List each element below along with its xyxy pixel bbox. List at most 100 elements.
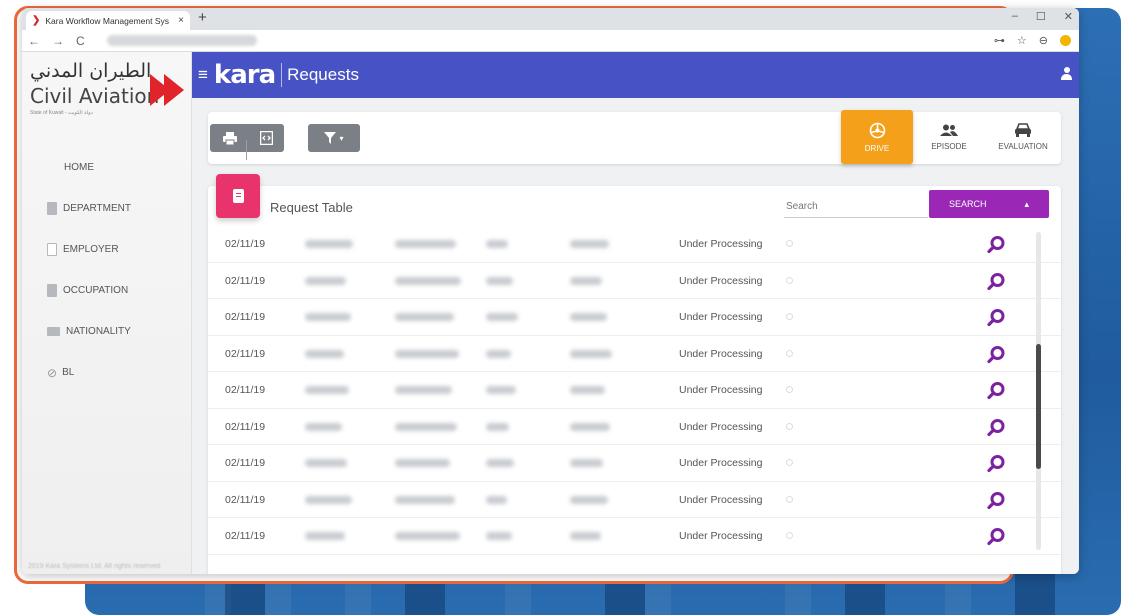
minimize-icon[interactable]: –: [1012, 10, 1018, 23]
tab-title: Kara Workflow Management Sys: [45, 15, 170, 26]
back-icon[interactable]: ←: [28, 34, 40, 48]
toolbar-separator: [246, 140, 247, 160]
redacted-cell: [570, 495, 608, 504]
row-date: 02/11/19: [225, 274, 266, 287]
view-details-search-icon[interactable]: [985, 417, 1007, 439]
view-details-search-icon[interactable]: [985, 344, 1007, 366]
row-status: Under Processing: [679, 384, 763, 396]
tab-episode[interactable]: EPISODE: [913, 110, 985, 164]
app: الطيران المدني Civil Aviation State of K…: [22, 52, 1079, 574]
row-date: 02/11/19: [225, 238, 266, 250]
redacted-cell: [486, 459, 514, 467]
view-details-search-icon[interactable]: [985, 526, 1007, 548]
view-details-search-icon[interactable]: [985, 453, 1007, 475]
search-input[interactable]: [784, 196, 928, 218]
building-icon: [47, 284, 57, 297]
row-status: Under Processing: [679, 238, 763, 250]
scrollbar-thumb[interactable]: [1036, 344, 1041, 469]
extension-icon[interactable]: [1060, 35, 1071, 46]
redacted-cell: [486, 386, 516, 394]
status-indicator-icon: [786, 532, 793, 539]
address-actions: ⊶ ☆ ⊖: [994, 34, 1071, 47]
block-icon: ⊘: [47, 365, 58, 380]
new-tab-button[interactable]: +: [198, 9, 207, 26]
sidebar-item-label: OCCUPATION: [63, 285, 129, 296]
tab-strip: ❯ Kara Workflow Management Sys × + – ☐ ✕: [22, 8, 1079, 30]
sidebar-item-home[interactable]: HOME: [22, 147, 191, 188]
view-details-search-icon[interactable]: [985, 234, 1007, 256]
maximize-icon[interactable]: ☐: [1036, 10, 1046, 23]
tab-label: EPISODE: [931, 141, 967, 151]
print-icon[interactable]: [223, 132, 237, 145]
redacted-cell: [305, 422, 342, 431]
logo-chevron-icon-2: [164, 74, 184, 106]
browser-tab[interactable]: ❯ Kara Workflow Management Sys ×: [26, 11, 190, 30]
row-status: Under Processing: [679, 420, 763, 433]
key-icon[interactable]: ⊶: [994, 34, 1005, 47]
kara-logo: kara: [213, 60, 276, 90]
redacted-cell: [305, 349, 344, 358]
row-date: 02/11/19: [225, 347, 266, 360]
row-date: 02/11/19: [225, 493, 266, 506]
redacted-cell: [486, 532, 512, 540]
tab-label: EVALUATION: [998, 142, 1048, 151]
car-icon: [1015, 123, 1031, 137]
star-icon[interactable]: ☆: [1017, 34, 1027, 47]
status-indicator-icon: [786, 495, 793, 503]
search-button-label: SEARCH: [949, 199, 987, 209]
menu-icon[interactable]: ≡: [198, 65, 208, 85]
table-row: 02/11/19 Under Processing: [208, 445, 1061, 482]
sidebar-item-nationality[interactable]: NATIONALITY: [22, 311, 191, 352]
header-divider: [281, 63, 283, 87]
redacted-cell: [305, 240, 353, 248]
status-indicator-icon: [786, 240, 793, 247]
redacted-cell: [395, 422, 457, 431]
sidebar-item-label: NATIONALITY: [66, 326, 131, 337]
row-status: Under Processing: [679, 457, 763, 469]
tab-close-icon[interactable]: ×: [178, 15, 184, 26]
filter-button[interactable]: ▾: [308, 124, 360, 152]
view-details-search-icon[interactable]: [985, 307, 1007, 329]
search-button[interactable]: SEARCH ▴: [929, 190, 1049, 218]
table-row: 02/11/19 Under Processing: [208, 299, 1061, 336]
redacted-cell: [395, 495, 455, 504]
status-indicator-icon: [786, 459, 793, 466]
scrollbar[interactable]: [1036, 232, 1041, 550]
sidebar-item-label: DEPARTMENT: [63, 203, 131, 214]
status-indicator-icon: [786, 313, 793, 320]
row-status: Under Processing: [679, 530, 763, 542]
view-details-search-icon[interactable]: [985, 271, 1007, 293]
flag-icon: [47, 327, 60, 336]
close-window-icon[interactable]: ✕: [1064, 10, 1073, 23]
user-icon[interactable]: [1061, 67, 1073, 81]
row-date: 02/11/19: [225, 457, 266, 469]
redacted-cell: [305, 386, 349, 394]
redacted-cell: [570, 240, 609, 248]
browser-window: ❯ Kara Workflow Management Sys × + – ☐ ✕…: [22, 8, 1079, 574]
sidebar-menu: HOME DEPARTMENT EMPLOYER OCCUPATION NATI…: [22, 147, 191, 393]
sidebar-item-occupation[interactable]: OCCUPATION: [22, 270, 191, 311]
redacted-cell: [486, 422, 509, 431]
redacted-cell: [570, 422, 610, 431]
redacted-cell: [395, 240, 456, 248]
tab-evaluation[interactable]: EVALUATION: [985, 110, 1061, 164]
profile-icon[interactable]: ⊖: [1039, 34, 1048, 47]
view-details-search-icon[interactable]: [985, 490, 1007, 512]
forward-icon[interactable]: →: [52, 34, 64, 48]
tab-drive[interactable]: DRIVE: [841, 110, 913, 164]
sidebar: الطيران المدني Civil Aviation State of K…: [22, 52, 192, 574]
sidebar-item-employer[interactable]: EMPLOYER: [22, 229, 191, 270]
sidebar-item-bl[interactable]: ⊘ BL: [22, 352, 191, 393]
redacted-cell: [486, 276, 513, 285]
reload-icon[interactable]: C: [76, 34, 85, 48]
table-row: 02/11/19 Under Processing: [208, 482, 1061, 518]
url-field-blurred[interactable]: [106, 35, 257, 46]
table-row: 02/11/19 Under Processing: [208, 226, 1061, 263]
redacted-cell: [570, 532, 601, 540]
view-details-search-icon[interactable]: [985, 380, 1007, 402]
code-file-icon[interactable]: [260, 131, 273, 145]
status-indicator-icon: [786, 349, 793, 357]
building-icon: [47, 202, 57, 215]
sidebar-item-department[interactable]: DEPARTMENT: [22, 188, 191, 229]
redacted-cell: [570, 276, 602, 285]
